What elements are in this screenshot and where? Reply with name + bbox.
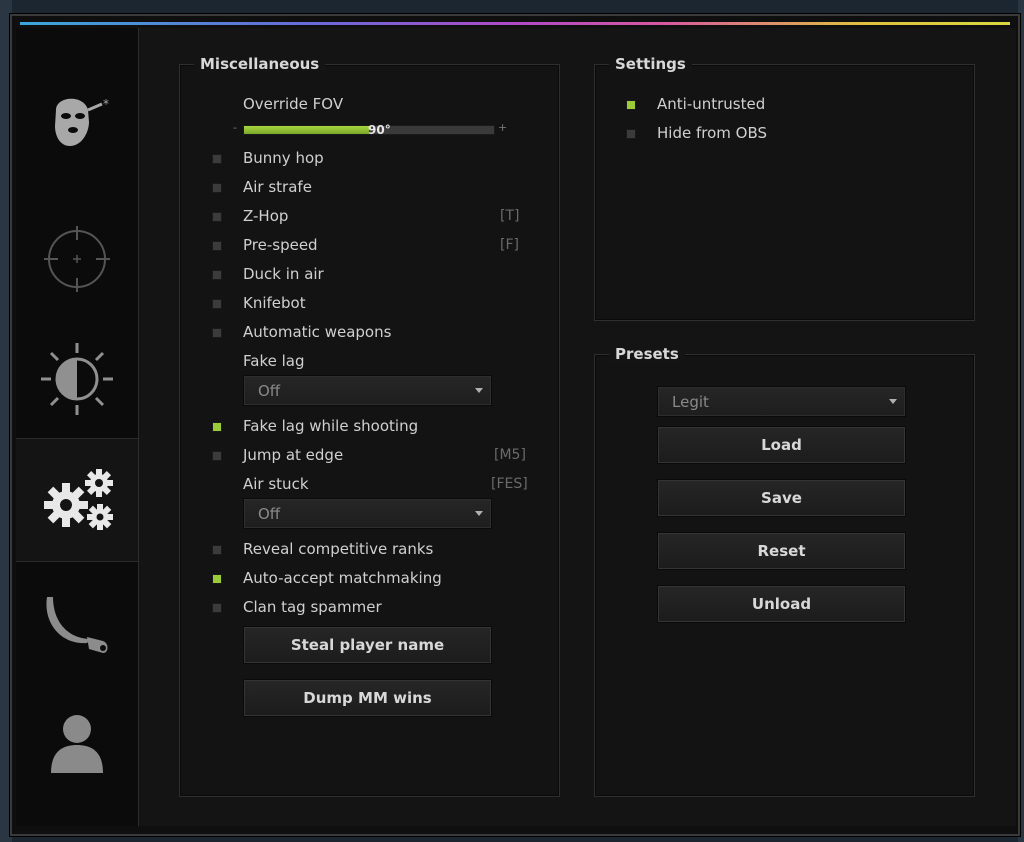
bunny-hop-checkbox[interactable] [212, 154, 222, 164]
bunny-hop-label[interactable]: Bunny hop [243, 149, 324, 167]
tab-players[interactable] [16, 688, 138, 798]
jump-at-edge-label[interactable]: Jump at edge [243, 446, 343, 464]
z-hop-label[interactable]: Z-Hop [243, 207, 288, 225]
jump-at-edge-checkbox[interactable] [212, 451, 222, 461]
pre-speed-keybind[interactable]: [F] [500, 237, 519, 253]
z-hop-checkbox[interactable] [212, 212, 222, 222]
tab-visuals[interactable] [16, 324, 138, 434]
duck-in-air-checkbox[interactable] [212, 270, 222, 280]
gears-icon [44, 469, 113, 530]
override-fov-label: Override FOV [243, 95, 344, 113]
content-panel: Miscellaneous Override FOV - 90° + Bunny… [138, 28, 1016, 826]
air-stuck-keybind[interactable]: [FES] [491, 476, 528, 492]
pre-speed-label[interactable]: Pre-speed [243, 236, 318, 254]
presets-groupbox: Presets Legit Load Save Reset Unload [594, 345, 975, 797]
fov-slider[interactable]: 90° [243, 123, 495, 137]
automatic-weapons-label[interactable]: Automatic weapons [243, 323, 391, 341]
tab-ragebot[interactable]: * [16, 68, 138, 178]
jump-at-edge-keybind[interactable]: [M5] [494, 447, 526, 463]
preset-value: Legit [672, 392, 709, 411]
karambit-icon [46, 597, 108, 653]
unload-button[interactable]: Unload [657, 585, 906, 623]
reset-button[interactable]: Reset [657, 532, 906, 570]
air-stuck-dropdown[interactable]: Off [243, 498, 492, 529]
load-button[interactable]: Load [657, 426, 906, 464]
clan-tag-label[interactable]: Clan tag spammer [243, 598, 382, 616]
auto-accept-checkbox[interactable] [212, 574, 222, 584]
knifebot-checkbox[interactable] [212, 299, 222, 309]
chevron-down-icon [889, 399, 897, 404]
crosshair-icon [44, 226, 110, 292]
hide-obs-label[interactable]: Hide from OBS [657, 124, 767, 142]
fov-max-mark: + [498, 121, 508, 134]
anti-untrusted-checkbox[interactable] [626, 100, 636, 110]
fake-lag-dropdown[interactable]: Off [243, 375, 492, 406]
auto-accept-label[interactable]: Auto-accept matchmaking [243, 569, 442, 587]
anti-untrusted-label[interactable]: Anti-untrusted [657, 95, 765, 113]
reveal-ranks-checkbox[interactable] [212, 545, 222, 555]
brightness-icon [41, 343, 113, 415]
tab-misc[interactable] [16, 438, 142, 562]
masked-head-icon: * [55, 97, 109, 146]
fov-slider-value: 90° [368, 123, 391, 137]
save-button[interactable]: Save [657, 479, 906, 517]
air-stuck-value: Off [258, 504, 281, 523]
pre-speed-checkbox[interactable] [212, 241, 222, 251]
knifebot-label[interactable]: Knifebot [243, 294, 306, 312]
chevron-down-icon [475, 388, 483, 393]
reveal-ranks-label[interactable]: Reveal competitive ranks [243, 540, 433, 558]
z-hop-keybind[interactable]: [T] [500, 208, 519, 224]
fake-lag-value: Off [258, 381, 281, 400]
misc-groupbox: Miscellaneous Override FOV - 90° + Bunny… [179, 55, 560, 797]
tab-skins[interactable] [16, 570, 138, 680]
fov-slider-fill [244, 126, 369, 134]
steal-player-name-button[interactable]: Steal player name [243, 626, 492, 664]
settings-groupbox: Settings Anti-untrusted Hide from OBS [594, 55, 975, 321]
tab-legitbot[interactable] [16, 204, 138, 314]
cheat-menu-window: * Miscellaneous Override FOV - 90° + Bun… [10, 14, 1020, 836]
settings-group-title: Settings [609, 55, 692, 73]
hide-obs-checkbox[interactable] [626, 129, 636, 139]
presets-group-title: Presets [609, 345, 685, 363]
fake-lag-label: Fake lag [243, 352, 305, 370]
chevron-down-icon [475, 511, 483, 516]
fake-lag-shooting-label[interactable]: Fake lag while shooting [243, 417, 418, 435]
air-strafe-checkbox[interactable] [212, 183, 222, 193]
preset-dropdown[interactable]: Legit [657, 386, 906, 417]
duck-in-air-label[interactable]: Duck in air [243, 265, 324, 283]
misc-group-title: Miscellaneous [194, 55, 326, 73]
air-strafe-label[interactable]: Air strafe [243, 178, 312, 196]
air-stuck-label: Air stuck [243, 475, 309, 493]
clan-tag-checkbox[interactable] [212, 603, 222, 613]
rainbow-accent-bar [20, 22, 1010, 25]
svg-text:*: * [103, 97, 109, 111]
automatic-weapons-checkbox[interactable] [212, 328, 222, 338]
fov-min-mark: - [233, 121, 237, 134]
dump-mm-wins-button[interactable]: Dump MM wins [243, 679, 492, 717]
user-icon [51, 715, 103, 773]
sidebar: * [16, 28, 142, 826]
fake-lag-shooting-checkbox[interactable] [212, 422, 222, 432]
